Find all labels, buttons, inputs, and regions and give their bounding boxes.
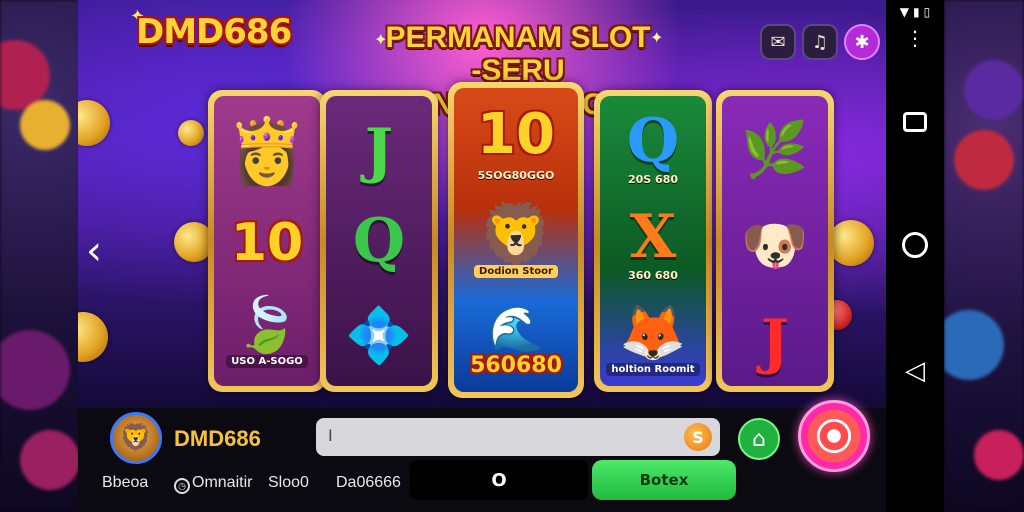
top-button-group: ✉ ♫ ✱	[760, 24, 880, 60]
tab-2[interactable]: ◷ Omnaitir	[174, 474, 252, 494]
bottom-bar: 🦁 DMD686 I S ⌂ Bbeoa ◷ Omnaitir Sloo0 Da0…	[78, 400, 886, 512]
reel-symbol: J	[364, 116, 394, 186]
right-blurred-background	[944, 0, 1024, 512]
brand-name: DMD686	[174, 426, 261, 451]
reel-2: J Q 💠	[320, 90, 438, 392]
tab-1[interactable]: Bbeoa	[102, 474, 148, 492]
avatar[interactable]: 🦁	[110, 412, 162, 464]
reel-symbol: 10	[230, 213, 304, 273]
reel-symbol: 🦁 Dodion Stoor	[454, 192, 578, 292]
reel-symbol: Q 20S 680	[626, 105, 680, 186]
puzzle-icon[interactable]: ✱	[844, 24, 880, 60]
reel-symbol: 🍃 USO A-SOGO	[214, 278, 320, 386]
coin-decoration	[178, 120, 204, 146]
reel-symbol: 🦊 holtion Roomit	[600, 292, 706, 386]
slot-reels: 👸 10 🍃 USO A-SOGO J Q 💠 10 5SOG80GGO 🦁 D…	[208, 82, 834, 402]
music-icon[interactable]: ♫	[802, 24, 838, 60]
system-nav-bar: ▼ ▮ ▯ ⋮ ◁	[886, 0, 944, 512]
tab-2-label: Omnaitir	[192, 474, 253, 491]
reel-symbol: X 360 680	[628, 201, 678, 282]
left-blurred-background	[0, 0, 80, 512]
reel-1: 👸 10 🍃 USO A-SOGO	[208, 90, 326, 392]
reel-symbol: 🌿	[741, 118, 809, 181]
menu-dots-icon[interactable]: ⋮	[886, 26, 944, 50]
reel-symbol: J	[760, 307, 790, 377]
coin-decoration	[828, 220, 874, 266]
home-icon[interactable]: ⌂	[738, 418, 780, 460]
spin-button[interactable]	[798, 400, 870, 472]
battery-icon: ▮	[913, 5, 920, 19]
tab-4[interactable]: Da06666	[336, 474, 401, 492]
reel-symbol: 🐶	[741, 214, 809, 277]
reel-3: 10 5SOG80GGO 🦁 Dodion Stoor 🌊 560680	[448, 82, 584, 398]
coin-decoration	[78, 312, 108, 362]
search-go-icon[interactable]: S	[684, 423, 712, 451]
game-logo: DMD686	[136, 12, 292, 52]
home-circle-icon[interactable]	[886, 232, 944, 262]
signal-icon: ▯	[923, 5, 931, 19]
tab-3[interactable]: Sloo0	[268, 474, 309, 492]
search-input-value: I	[328, 426, 333, 445]
reel-symbol: 10 5SOG80GGO	[477, 102, 555, 182]
dark-pill-button[interactable]: O	[410, 460, 588, 500]
search-input[interactable]: I S	[316, 418, 720, 456]
chevron-left-icon[interactable]: ‹	[86, 228, 102, 274]
wifi-icon: ▼	[899, 5, 909, 19]
clock-icon: ◷	[174, 478, 190, 494]
green-pill-button[interactable]: Botex	[592, 460, 736, 500]
coin-decoration	[78, 100, 110, 146]
back-triangle-icon[interactable]: ◁	[886, 356, 944, 386]
headline-line-1: PERMANAM SLOT	[385, 21, 651, 54]
scroll-icon[interactable]: ✉	[760, 24, 796, 60]
status-bar: ▼ ▮ ▯	[886, 0, 944, 24]
app-screen: ✦ DMD686 PERMANAM SLOT -SERU MENGUNTUNGA…	[0, 0, 1024, 512]
reel-symbol: 💠	[345, 304, 413, 367]
recents-square-icon[interactable]	[886, 112, 944, 136]
reel-symbol: 👸	[227, 115, 307, 189]
sparkle-icon: ✦	[374, 30, 388, 49]
reel-symbol: Q	[352, 206, 406, 276]
reel-4: Q 20S 680 X 360 680 🦊 holtion Roomit	[594, 90, 712, 392]
game-viewport: ✦ DMD686 PERMANAM SLOT -SERU MENGUNTUNGA…	[78, 0, 886, 408]
reel-symbol: 🌊 560680	[470, 303, 562, 378]
sparkle-icon: ✦	[650, 28, 664, 47]
reel-5: 🌿 🐶 J	[716, 90, 834, 392]
